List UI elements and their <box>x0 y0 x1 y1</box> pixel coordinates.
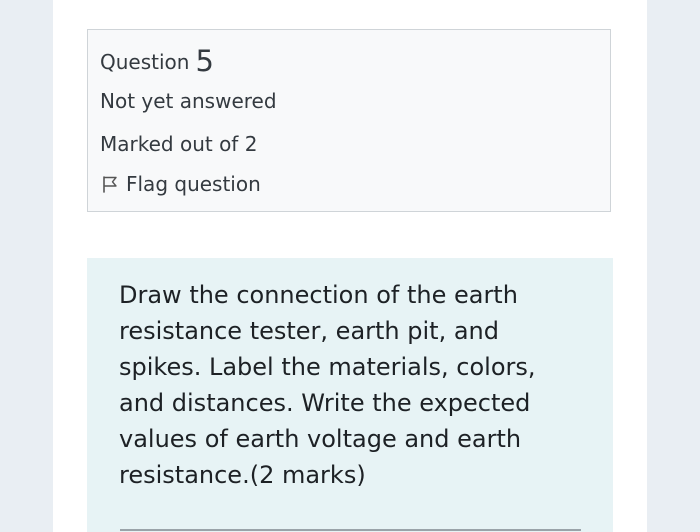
question-title: Question 5 <box>100 42 214 78</box>
flag-question-label: Flag question <box>126 172 261 196</box>
question-number: 5 <box>195 44 214 78</box>
question-marks: (2 marks) <box>249 461 366 489</box>
question-text: Draw the connection of the earth resista… <box>119 281 536 489</box>
question-content: Draw the connection of the earth resista… <box>87 258 613 532</box>
question-grade: Marked out of 2 <box>100 132 258 156</box>
flag-icon <box>103 176 117 193</box>
question-label: Question <box>100 50 190 74</box>
question-text-block: Draw the connection of the earth resista… <box>119 277 559 493</box>
answer-editor-border[interactable] <box>120 529 581 531</box>
question-state: Not yet answered <box>100 89 277 113</box>
question-info-panel: Question 5 Not yet answered Marked out of… <box>87 29 611 212</box>
flag-question-link[interactable]: Flag question <box>100 172 261 196</box>
